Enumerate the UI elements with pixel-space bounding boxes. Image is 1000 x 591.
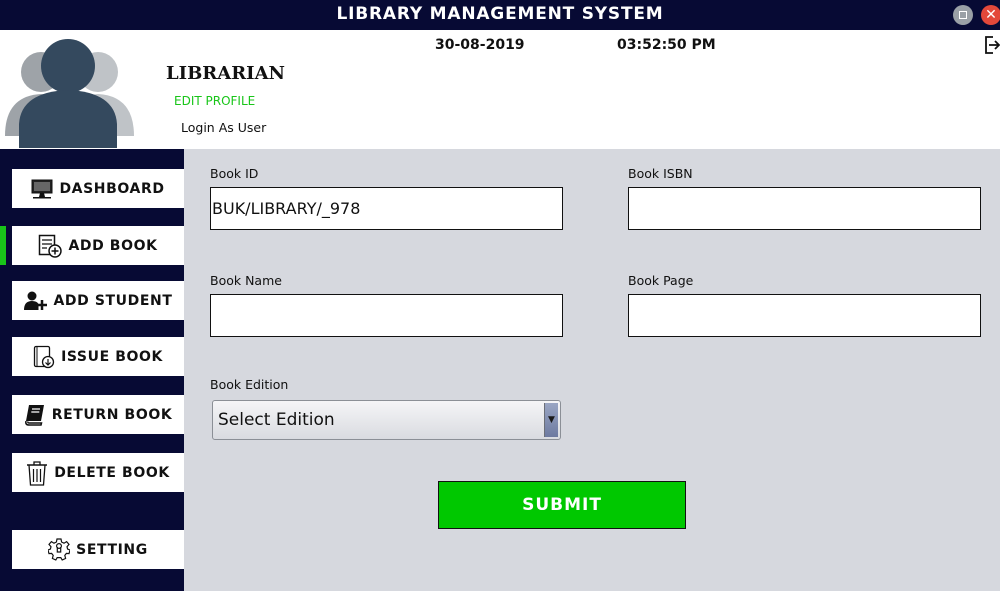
sidebar-item-delete-book[interactable]: DELETE BOOK bbox=[12, 453, 184, 492]
sidebar-item-label: DASHBOARD bbox=[59, 180, 165, 197]
sidebar-item-return-book[interactable]: RETURN BOOK bbox=[12, 395, 184, 434]
role-title: LIBRARIAN bbox=[166, 63, 286, 84]
close-button[interactable]: ✕ bbox=[981, 5, 1000, 25]
sidebar-item-issue-book[interactable]: ISSUE BOOK bbox=[12, 337, 184, 376]
chevron-down-icon[interactable]: ▼ bbox=[544, 403, 558, 437]
monitor-icon bbox=[31, 179, 53, 199]
book-name-label: Book Name bbox=[210, 273, 282, 288]
book-icon bbox=[24, 404, 46, 426]
logout-icon bbox=[985, 36, 1000, 54]
current-date: 30-08-2019 bbox=[435, 37, 525, 53]
sidebar-item-add-student[interactable]: ADD STUDENT bbox=[12, 281, 184, 320]
issue-book-icon bbox=[33, 345, 55, 369]
trash-icon bbox=[26, 460, 48, 486]
book-edition-select[interactable]: Select Edition ▼ bbox=[212, 400, 561, 440]
users-icon bbox=[5, 39, 134, 148]
gear-icon bbox=[48, 537, 71, 562]
sidebar-item-label: RETURN BOOK bbox=[51, 406, 173, 423]
sidebar-item-label: DELETE BOOK bbox=[54, 464, 170, 481]
add-book-icon bbox=[38, 234, 63, 258]
submit-button[interactable]: SUBMIT bbox=[438, 481, 686, 529]
current-time: 03:52:50 PM bbox=[617, 37, 716, 53]
title-bar: LIBRARY MANAGEMENT SYSTEM ✕ bbox=[0, 0, 1000, 30]
sidebar-item-label: ADD STUDENT bbox=[53, 292, 173, 309]
sidebar-item-label: ISSUE BOOK bbox=[61, 348, 163, 365]
avatar bbox=[3, 38, 135, 154]
book-page-label: Book Page bbox=[628, 273, 694, 288]
book-isbn-label: Book ISBN bbox=[628, 166, 693, 181]
sidebar-item-label: ADD BOOK bbox=[68, 237, 158, 254]
book-edition-label: Book Edition bbox=[210, 377, 289, 392]
active-item-indicator bbox=[0, 226, 6, 265]
book-id-label: Book ID bbox=[210, 166, 259, 181]
sidebar-item-setting[interactable]: SETTING bbox=[12, 530, 184, 569]
maximize-icon bbox=[959, 11, 967, 19]
book-id-input[interactable] bbox=[210, 187, 563, 230]
book-page-input[interactable] bbox=[628, 294, 981, 337]
header: LIBRARIAN EDIT PROFILE Login As User 30-… bbox=[0, 30, 1000, 149]
sidebar-item-label: SETTING bbox=[76, 541, 148, 558]
login-as-user-link[interactable]: Login As User bbox=[181, 120, 266, 135]
close-icon: ✕ bbox=[985, 7, 997, 23]
add-user-icon bbox=[23, 291, 48, 311]
sidebar-item-dashboard[interactable]: DASHBOARD bbox=[12, 169, 184, 208]
edit-profile-link[interactable]: EDIT PROFILE bbox=[174, 94, 255, 108]
app-title: LIBRARY MANAGEMENT SYSTEM bbox=[336, 4, 664, 24]
sidebar-item-add-book[interactable]: ADD BOOK bbox=[12, 226, 184, 265]
maximize-button[interactable] bbox=[953, 5, 973, 25]
logout-button[interactable] bbox=[984, 34, 1000, 60]
book-edition-selected-value: Select Edition bbox=[218, 410, 335, 430]
book-name-input[interactable] bbox=[210, 294, 563, 337]
book-isbn-input[interactable] bbox=[628, 187, 981, 230]
